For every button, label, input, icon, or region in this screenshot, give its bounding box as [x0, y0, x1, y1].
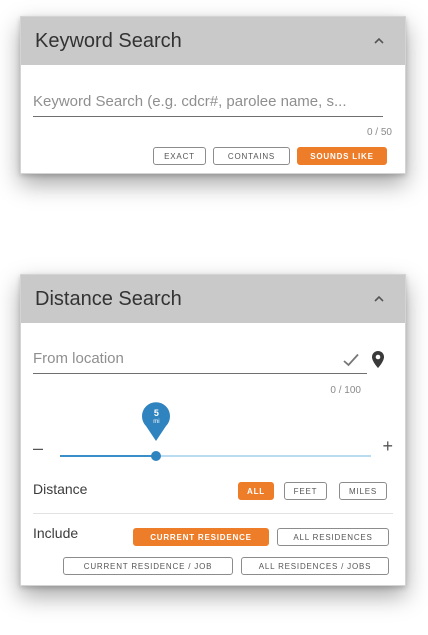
- unit-all-button[interactable]: ALL: [238, 482, 274, 500]
- slider-unit-label: mi: [153, 419, 160, 425]
- distance-search-card: Distance Search From location 0 / 100 – …: [20, 274, 406, 586]
- slider-minus-icon[interactable]: –: [33, 439, 43, 457]
- slider-value-label: 5: [153, 408, 159, 418]
- map-pin-icon[interactable]: [372, 351, 384, 373]
- mode-exact-button[interactable]: EXACT: [153, 147, 206, 165]
- mode-sounds-like-button[interactable]: SOUNDS LIKE: [297, 147, 387, 165]
- include-current-residence-job-button[interactable]: CURRENT RESIDENCE / JOB: [63, 557, 233, 575]
- distance-slider[interactable]: – 5 mi +: [33, 399, 393, 465]
- slider-plus-icon[interactable]: +: [382, 437, 393, 455]
- location-input[interactable]: From location: [33, 350, 367, 374]
- distance-search-header[interactable]: Distance Search: [21, 275, 405, 323]
- mode-contains-button[interactable]: CONTAINS: [213, 147, 290, 165]
- keyword-search-header[interactable]: Keyword Search: [21, 17, 405, 65]
- keyword-char-counter: 0 / 50: [366, 127, 392, 138]
- checkmark-icon[interactable]: [343, 353, 359, 372]
- distance-label: Distance: [33, 481, 88, 497]
- include-current-residence-button[interactable]: CURRENT RESIDENCE: [133, 528, 269, 546]
- slider-track-fill: [60, 455, 157, 457]
- include-label: Include: [33, 525, 79, 541]
- include-all-residences-jobs-button[interactable]: ALL RESIDENCES / JOBS: [241, 557, 389, 575]
- slider-thumb[interactable]: [151, 451, 162, 461]
- chevron-up-icon[interactable]: [373, 17, 393, 65]
- unit-feet-button[interactable]: FEET: [284, 482, 327, 500]
- location-char-counter: 0 / 100: [330, 385, 361, 396]
- distance-search-title: Distance Search: [35, 288, 182, 310]
- keyword-search-title: Keyword Search: [35, 30, 182, 52]
- include-all-residences-button[interactable]: ALL RESIDENCES: [277, 528, 389, 546]
- unit-miles-button[interactable]: MILES: [339, 482, 387, 500]
- location-placeholder: From location: [33, 350, 124, 367]
- slider-value-bubble: 5 mi: [141, 401, 171, 441]
- section-divider: [33, 513, 393, 514]
- keyword-search-input[interactable]: Keyword Search (e.g. cdcr#, parolee name…: [33, 93, 383, 117]
- keyword-search-placeholder: Keyword Search (e.g. cdcr#, parolee name…: [33, 93, 347, 110]
- slider-track[interactable]: 5 mi: [60, 402, 371, 461]
- chevron-up-icon[interactable]: [373, 275, 393, 323]
- keyword-search-card: Keyword Search Keyword Search (e.g. cdcr…: [20, 16, 406, 174]
